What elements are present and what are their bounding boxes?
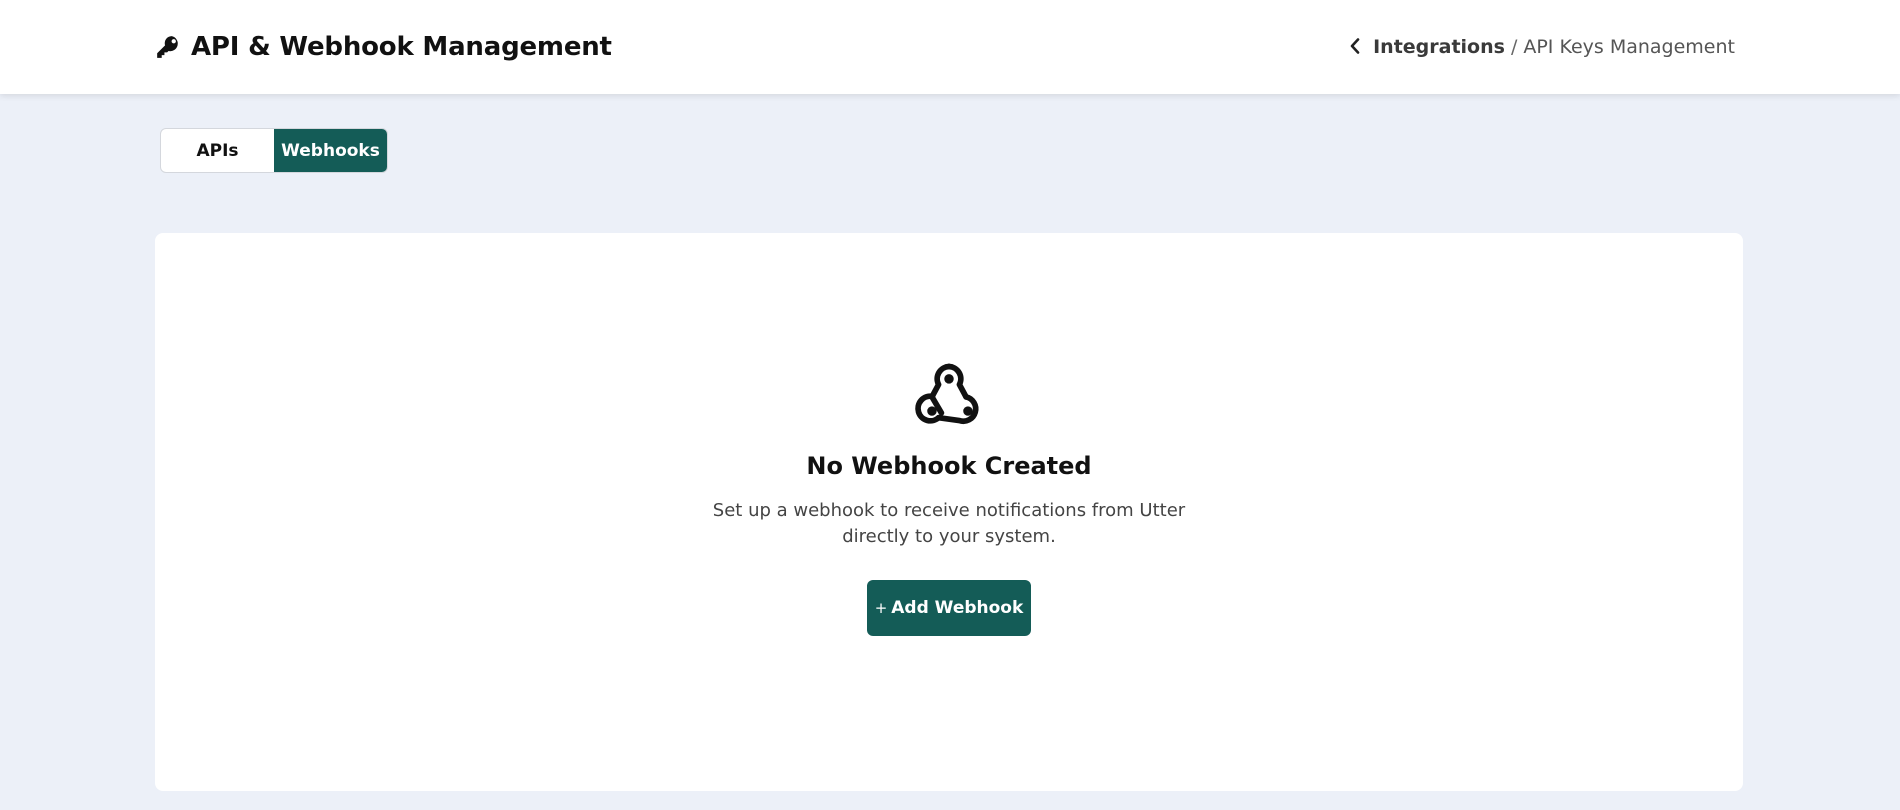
breadcrumb-separator: / — [1510, 36, 1518, 58]
webhooks-card: No Webhook Created Set up a webhook to r… — [155, 233, 1743, 791]
breadcrumb-integrations-link[interactable]: Integrations — [1373, 36, 1505, 58]
empty-state: No Webhook Created Set up a webhook to r… — [155, 358, 1743, 636]
top-header: API & Webhook Management Integrations / … — [0, 0, 1900, 94]
chevron-left-icon[interactable] — [1349, 38, 1363, 56]
empty-state-description: Set up a webhook to receive notification… — [712, 500, 1186, 547]
webhook-icon — [911, 358, 987, 430]
key-icon — [155, 34, 181, 60]
add-webhook-label: Add Webhook — [891, 598, 1024, 618]
header-title-group: API & Webhook Management — [155, 32, 612, 62]
tab-bar: APIs Webhooks — [160, 128, 388, 173]
plus-icon: + — [874, 599, 888, 617]
tab-apis[interactable]: APIs — [161, 129, 274, 172]
breadcrumb-current: API Keys Management — [1523, 36, 1735, 58]
add-webhook-button[interactable]: + Add Webhook — [867, 580, 1031, 636]
breadcrumb: Integrations / API Keys Management — [1349, 36, 1735, 58]
empty-state-title: No Webhook Created — [806, 452, 1092, 480]
page-title: API & Webhook Management — [191, 32, 612, 62]
tab-webhooks[interactable]: Webhooks — [274, 129, 387, 172]
